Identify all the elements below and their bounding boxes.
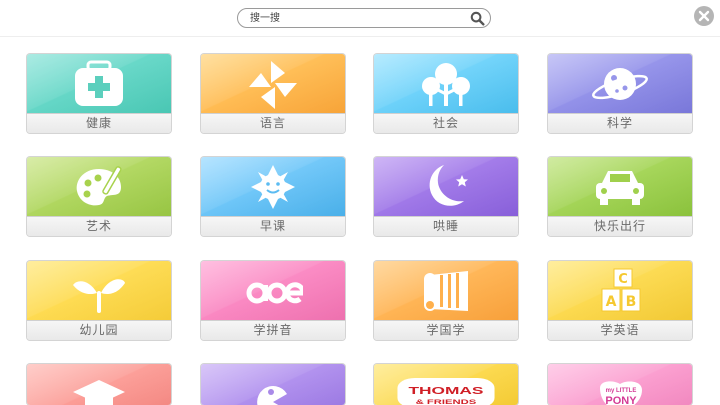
svg-text:B: B — [626, 294, 637, 310]
pinwheel-icon — [249, 61, 297, 109]
tile-pinyin[interactable]: 学拼音 — [201, 261, 345, 340]
tile-english[interactable]: C A B 学英语 — [548, 261, 692, 340]
abc-blocks-icon: C A B — [601, 268, 641, 312]
svg-text:A: A — [606, 294, 617, 310]
tile-kindergarten[interactable]: 幼儿园 — [27, 261, 171, 340]
search-bar[interactable] — [237, 8, 491, 28]
tile-happy-travel[interactable]: 快乐出行 — [548, 157, 692, 236]
aoe-icon — [246, 282, 303, 304]
tile-society[interactable]: 社会 — [374, 54, 518, 133]
thomas-logo: THOMAS & FRIENDS — [397, 378, 495, 405]
palette-icon — [76, 166, 122, 206]
svg-text:PONY: PONY — [605, 395, 637, 405]
sprout-icon — [73, 279, 125, 313]
planet-icon — [592, 68, 648, 100]
tile-language[interactable]: 语言 — [201, 54, 345, 133]
tile-label: 健康 — [27, 113, 171, 133]
my-little-pony-logo: my LITTLE PONY — [600, 381, 642, 405]
tile-art[interactable]: 艺术 — [27, 157, 171, 236]
graduation-cap-icon — [73, 380, 125, 405]
search-icon[interactable] — [470, 11, 485, 26]
sun-icon — [251, 165, 295, 209]
top-bar — [0, 0, 720, 37]
tile-label: 幼儿园 — [27, 320, 171, 340]
moon-star-icon — [429, 165, 468, 206]
tile-label: 学拼音 — [201, 320, 345, 340]
tile-game[interactable] — [201, 364, 345, 405]
scroll-icon — [424, 271, 468, 311]
pacman-icon — [257, 386, 287, 405]
tile-morning-class[interactable]: 早课 — [201, 157, 345, 236]
svg-text:my LITTLE: my LITTLE — [606, 388, 637, 394]
tile-label: 社会 — [374, 113, 518, 133]
tile-label: 科学 — [548, 113, 692, 133]
tile-label: 学英语 — [548, 320, 692, 340]
tile-label: 艺术 — [27, 216, 171, 236]
medical-kit-icon — [75, 60, 123, 106]
tile-label: 哄睡 — [374, 216, 518, 236]
tile-health[interactable]: 健康 — [27, 54, 171, 133]
tile-graduation[interactable] — [27, 364, 171, 405]
tile-my-little-pony[interactable]: my LITTLE PONY — [548, 364, 692, 405]
tile-thomas[interactable]: THOMAS & FRIENDS — [374, 364, 518, 405]
close-button[interactable] — [694, 6, 714, 26]
svg-text:THOMAS: THOMAS — [409, 385, 484, 396]
tile-label: 快乐出行 — [548, 216, 692, 236]
close-icon — [698, 10, 710, 22]
tile-label: 语言 — [201, 113, 345, 133]
svg-text:C: C — [618, 272, 628, 287]
tile-label: 学国学 — [374, 320, 518, 340]
trees-icon — [422, 63, 470, 106]
car-icon — [596, 171, 644, 205]
search-input[interactable] — [250, 11, 450, 25]
svg-text:& FRIENDS: & FRIENDS — [416, 398, 477, 405]
tile-science[interactable]: 科学 — [548, 54, 692, 133]
tile-chinese-classics[interactable]: 学国学 — [374, 261, 518, 340]
tile-label: 早课 — [201, 216, 345, 236]
tile-lullaby[interactable]: 哄睡 — [374, 157, 518, 236]
